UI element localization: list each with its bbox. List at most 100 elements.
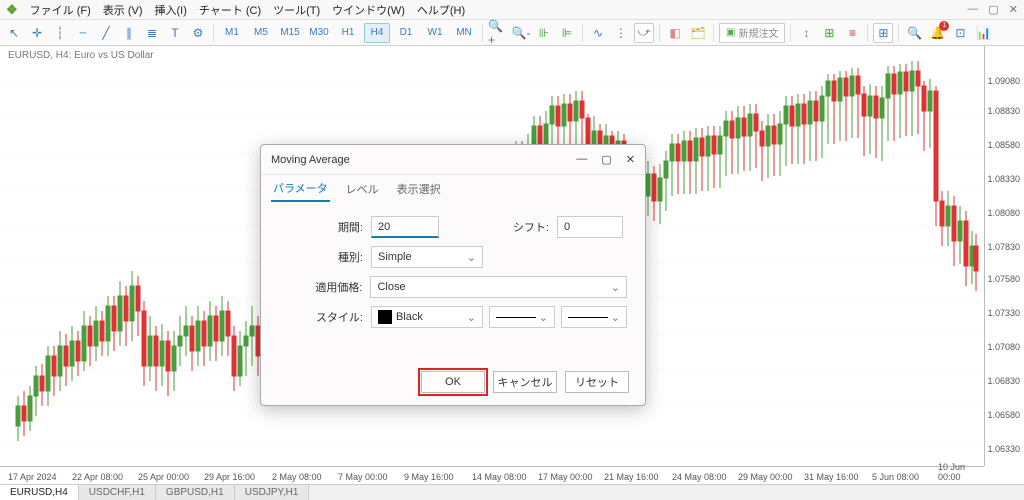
zoom-out-icon[interactable]: 🔍- (511, 23, 531, 43)
cursor-icon[interactable]: ↖ (4, 23, 24, 43)
market-watch-icon[interactable]: 📊 (973, 23, 993, 43)
menu-help[interactable]: ヘルプ(H) (417, 2, 465, 18)
vline-icon[interactable]: ┆ (50, 23, 70, 43)
dialog-maximize-icon[interactable]: ▢ (601, 153, 611, 166)
y-tick: 1.08830 (987, 106, 1020, 116)
label-style: スタイル: (279, 309, 371, 325)
tab-parameters[interactable]: パラメータ (271, 176, 330, 202)
new-order-button[interactable]: ▣新規注文 (719, 23, 785, 43)
period-input[interactable]: 20 (371, 216, 439, 238)
toolbar: ↖ ✛ ┆ ┄ ╱ ∥ ≣ T ⚙ M1 M5 M15 M30 H1 H4 D1… (0, 20, 1024, 46)
tf-m5[interactable]: M5 (248, 23, 274, 43)
separator (898, 24, 899, 42)
y-tick: 1.07830 (987, 242, 1020, 252)
line-chart-icon[interactable]: ∿ (588, 23, 608, 43)
menu-insert[interactable]: 挿入(I) (155, 2, 187, 18)
dialog-close-icon[interactable]: ✕ (626, 153, 635, 166)
tab-levels[interactable]: レベル (344, 177, 381, 201)
objects-icon[interactable]: ⚙ (188, 23, 208, 43)
x-tick: 29 May 00:00 (738, 472, 793, 482)
tf-h4[interactable]: H4 (364, 23, 390, 43)
x-tick: 24 May 08:00 (672, 472, 727, 482)
x-tick: 31 May 16:00 (804, 472, 859, 482)
alerts-icon[interactable]: 🔔 (927, 23, 947, 43)
grid-icon[interactable]: ⊞ (873, 23, 893, 43)
minimize-icon[interactable]: — (967, 3, 978, 16)
style-color-select[interactable]: Black (371, 306, 483, 328)
menu-window[interactable]: ウインドウ(W) (332, 2, 405, 18)
autotrading-icon[interactable]: ⊞ (819, 23, 839, 43)
x-tick: 2 May 08:00 (272, 472, 322, 482)
y-tick: 1.08580 (987, 140, 1020, 150)
candle-chart-icon[interactable]: ⊫ (557, 23, 577, 43)
menu-file[interactable]: ファイル (F) (30, 2, 91, 18)
x-tick: 21 May 16:00 (604, 472, 659, 482)
indicators-icon[interactable]: ◧ (665, 23, 685, 43)
tab-eurusd-h4[interactable]: EURUSD,H4 (0, 485, 79, 500)
crosshair-icon[interactable]: ✛ (27, 23, 47, 43)
tab-visualization[interactable]: 表示選択 (395, 177, 443, 201)
trendline-icon[interactable]: ╱ (96, 23, 116, 43)
channel-icon[interactable]: ∥ (119, 23, 139, 43)
window-controls: — ▢ ✕ (967, 3, 1018, 16)
separator (582, 24, 583, 42)
y-tick: 1.07330 (987, 308, 1020, 318)
x-tick: 22 Apr 08:00 (72, 472, 123, 482)
menu-view[interactable]: 表示 (V) (103, 2, 143, 18)
tab-usdchf-h1[interactable]: USDCHF,H1 (79, 485, 156, 500)
label-shift: シフト: (439, 219, 557, 235)
y-tick: 1.08330 (987, 174, 1020, 184)
y-tick: 1.06580 (987, 410, 1020, 420)
tf-d1[interactable]: D1 (393, 23, 419, 43)
cancel-button[interactable]: キャンセル (493, 371, 557, 393)
x-tick: 5 Jun 08:00 (872, 472, 919, 482)
data-window-icon[interactable]: ⊡ (950, 23, 970, 43)
zoom-in-icon[interactable]: 🔍+ (488, 23, 508, 43)
trade-icon[interactable]: ↕ (796, 23, 816, 43)
x-tick: 25 Apr 00:00 (138, 472, 189, 482)
dialog-body: 期間: 20 シフト: 0 種別: Simple 適用価格: Close スタイ… (261, 203, 645, 343)
tf-m15[interactable]: M15 (277, 23, 303, 43)
separator (867, 24, 868, 42)
hline-icon[interactable]: ┄ (73, 23, 93, 43)
x-tick: 9 May 16:00 (404, 472, 454, 482)
y-tick: 1.08080 (987, 208, 1020, 218)
separator (713, 24, 714, 42)
menu-chart[interactable]: チャート (C) (199, 2, 261, 18)
label-period: 期間: (279, 219, 371, 235)
dialog-title: Moving Average (271, 154, 350, 166)
close-icon[interactable]: ✕ (1009, 3, 1018, 16)
moving-average-dialog: Moving Average — ▢ ✕ パラメータ レベル 表示選択 期間: … (260, 144, 646, 406)
label-apply: 適用価格: (279, 279, 370, 295)
menu-tools[interactable]: ツール(T) (273, 2, 320, 18)
separator (659, 24, 660, 42)
dialog-footer: OK キャンセル リセット (421, 371, 629, 393)
reset-button[interactable]: リセット (565, 371, 629, 393)
templates-icon[interactable]: 🗂 (688, 23, 708, 43)
tf-m1[interactable]: M1 (219, 23, 245, 43)
bar-chart-icon[interactable]: ⊪ (534, 23, 554, 43)
tab-usdjpy-h1[interactable]: USDJPY,H1 (235, 485, 310, 500)
tf-m30[interactable]: M30 (306, 23, 332, 43)
style-width-select[interactable] (561, 306, 627, 328)
tf-mn[interactable]: MN (451, 23, 477, 43)
tf-h1[interactable]: H1 (335, 23, 361, 43)
y-tick: 1.07080 (987, 342, 1020, 352)
text-icon[interactable]: T (165, 23, 185, 43)
x-tick: 17 Apr 2024 (8, 472, 57, 482)
tick-chart-icon[interactable]: ⋮ (611, 23, 631, 43)
shift-input[interactable]: 0 (557, 216, 623, 238)
style-line-select[interactable] (489, 306, 555, 328)
dialog-titlebar[interactable]: Moving Average — ▢ ✕ (261, 145, 645, 175)
dialog-minimize-icon[interactable]: — (576, 153, 587, 166)
chart-shift-icon[interactable]: ⤻ (634, 23, 654, 43)
fibo-icon[interactable]: ≣ (142, 23, 162, 43)
tab-gbpusd-h1[interactable]: GBPUSD,H1 (156, 485, 235, 500)
apply-select[interactable]: Close (370, 276, 627, 298)
depth-icon[interactable]: ≡ (842, 23, 862, 43)
method-select[interactable]: Simple (371, 246, 483, 268)
maximize-icon[interactable]: ▢ (988, 3, 998, 16)
tf-w1[interactable]: W1 (422, 23, 448, 43)
ok-button[interactable]: OK (421, 371, 485, 393)
search-icon[interactable]: 🔍 (904, 23, 924, 43)
